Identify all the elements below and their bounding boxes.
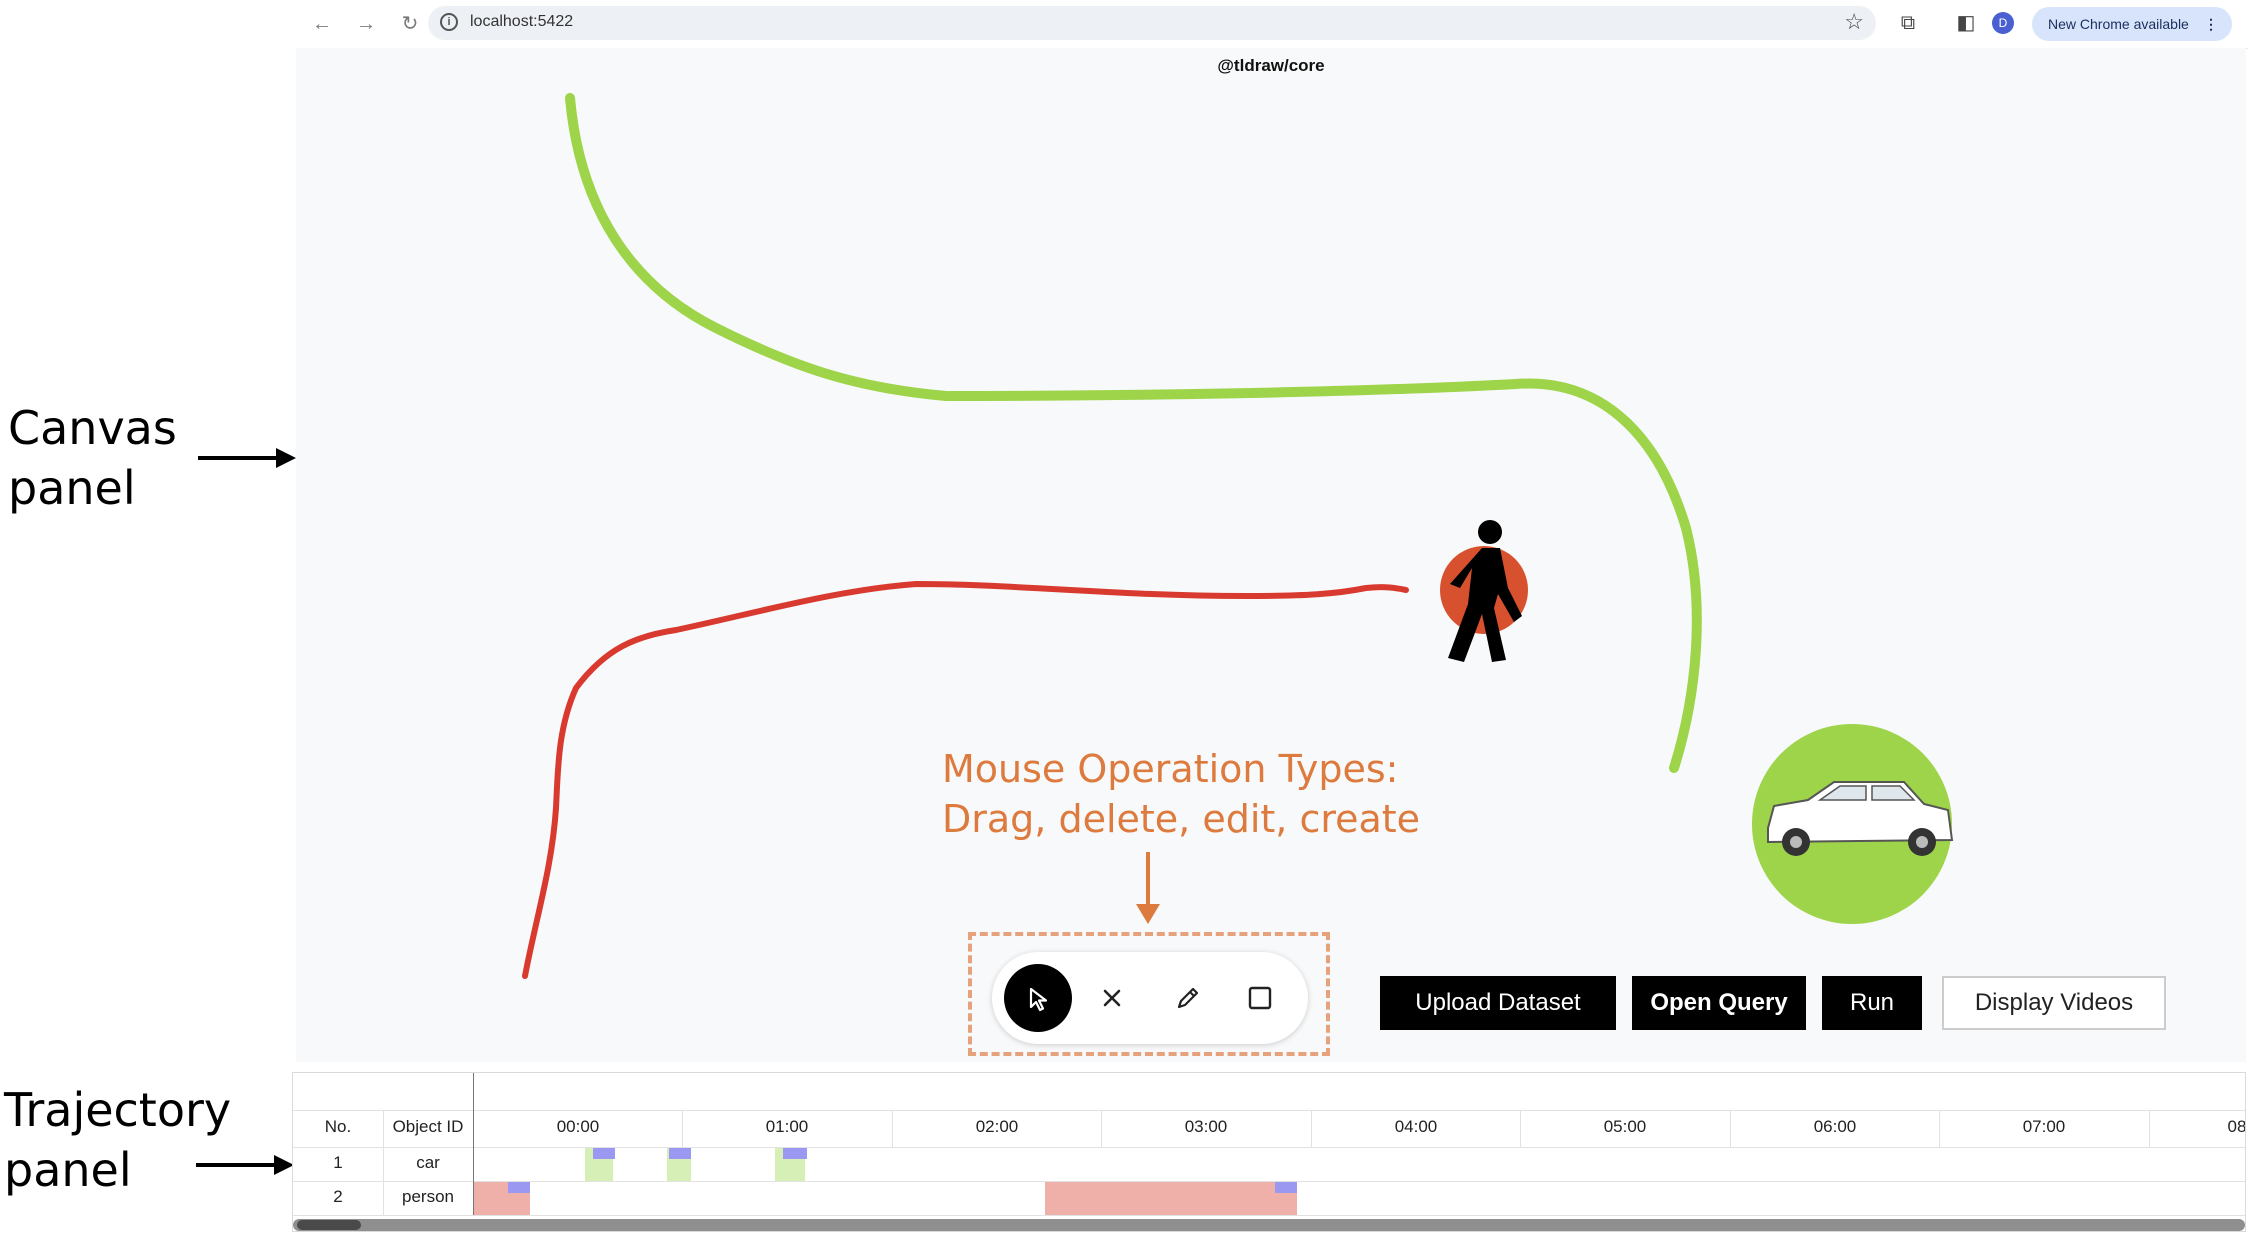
- square-icon: [1248, 986, 1272, 1010]
- time-tick: 04:00: [1394, 1117, 1438, 1136]
- address-bar[interactable]: i localhost:5422 ☆: [428, 6, 1876, 40]
- chrome-update-label: New Chrome available: [2048, 16, 2189, 32]
- time-tick: 00:00: [556, 1117, 600, 1136]
- timeline-scrollbar[interactable]: [293, 1219, 2245, 1231]
- time-tick: 05:00: [1603, 1117, 1647, 1136]
- address-url[interactable]: localhost:5422: [470, 13, 573, 31]
- canvas-panel-arrow: [198, 448, 296, 468]
- side-panel-icon[interactable]: ◧: [1952, 9, 1980, 37]
- column-header-object-id: Object ID: [392, 1117, 464, 1136]
- trajectory-panel-arrow: [196, 1155, 294, 1175]
- run-button[interactable]: Run: [1822, 976, 1922, 1030]
- time-tick: 02:00: [975, 1117, 1019, 1136]
- person-keyframe-marker[interactable]: [508, 1182, 530, 1193]
- timeline-scroll-thumb[interactable]: [297, 1220, 361, 1230]
- chrome-update-button[interactable]: New Chrome available ⋮: [2032, 7, 2232, 41]
- trajectory-panel[interactable]: No. Object ID 00:00 01:00 02:00 03:00 04…: [292, 1072, 2246, 1232]
- column-header-no: No.: [324, 1117, 352, 1136]
- pencil-icon: [1177, 987, 1199, 1009]
- row-number: 2: [333, 1187, 343, 1206]
- more-menu-icon[interactable]: ⋮: [2204, 7, 2218, 41]
- time-tick: 07:00: [2022, 1117, 2066, 1136]
- car-keyframe-marker[interactable]: [593, 1148, 615, 1159]
- car-marker[interactable]: [1752, 724, 1954, 924]
- time-tick: 01:00: [765, 1117, 809, 1136]
- open-query-button[interactable]: Open Query: [1632, 976, 1806, 1030]
- reload-icon[interactable]: ↻: [396, 10, 424, 38]
- car-keyframe-marker[interactable]: [783, 1148, 807, 1159]
- select-tool-button[interactable]: [1004, 964, 1072, 1032]
- car-keyframe-marker[interactable]: [669, 1148, 691, 1159]
- cursor-arrow-icon: [1029, 987, 1048, 1012]
- close-x-icon: [1103, 989, 1121, 1007]
- upload-dataset-button[interactable]: Upload Dataset: [1380, 976, 1616, 1030]
- row-object-id[interactable]: car: [383, 1153, 473, 1173]
- tool-palette: [992, 952, 1308, 1044]
- row-number: 1: [333, 1153, 343, 1172]
- mouse-ops-arrow: [1136, 852, 1160, 924]
- mouse-ops-annotation: Mouse Operation Types: Drag, delete, edi…: [942, 747, 1421, 841]
- car-trajectory-path[interactable]: [565, 93, 1702, 773]
- person-keyframe-marker[interactable]: [1275, 1182, 1297, 1193]
- time-tick: 03:00: [1184, 1117, 1228, 1136]
- display-videos-button[interactable]: Display Videos: [1942, 976, 2166, 1030]
- delete-tool-button[interactable]: [1078, 964, 1146, 1032]
- time-tick: 08: [2227, 1117, 2246, 1136]
- back-icon[interactable]: ←: [308, 10, 336, 38]
- trajectory-panel-annotation: Trajectory panel: [4, 1083, 232, 1197]
- canvas-panel[interactable]: @tldraw/core Mouse Operation Types: Drag…: [296, 48, 2246, 1062]
- time-tick: 06:00: [1813, 1117, 1857, 1136]
- profile-avatar[interactable]: D: [1992, 12, 2014, 34]
- canvas-panel-annotation: Canvas panel: [8, 401, 177, 515]
- person-marker[interactable]: [1440, 520, 1528, 662]
- bookmark-star-icon[interactable]: ☆: [1844, 9, 1864, 35]
- site-info-icon[interactable]: i: [440, 13, 458, 31]
- edit-tool-button[interactable]: [1154, 964, 1222, 1032]
- forward-icon[interactable]: →: [352, 10, 380, 38]
- browser-toolbar: ← → ↻ i localhost:5422 ☆ ⧉ ◧ D New Chrom…: [296, 0, 2248, 49]
- row-object-id[interactable]: person: [383, 1187, 473, 1207]
- person-segment[interactable]: [1045, 1182, 1297, 1215]
- extensions-icon[interactable]: ⧉: [1894, 9, 1922, 37]
- create-tool-button[interactable]: [1226, 964, 1294, 1032]
